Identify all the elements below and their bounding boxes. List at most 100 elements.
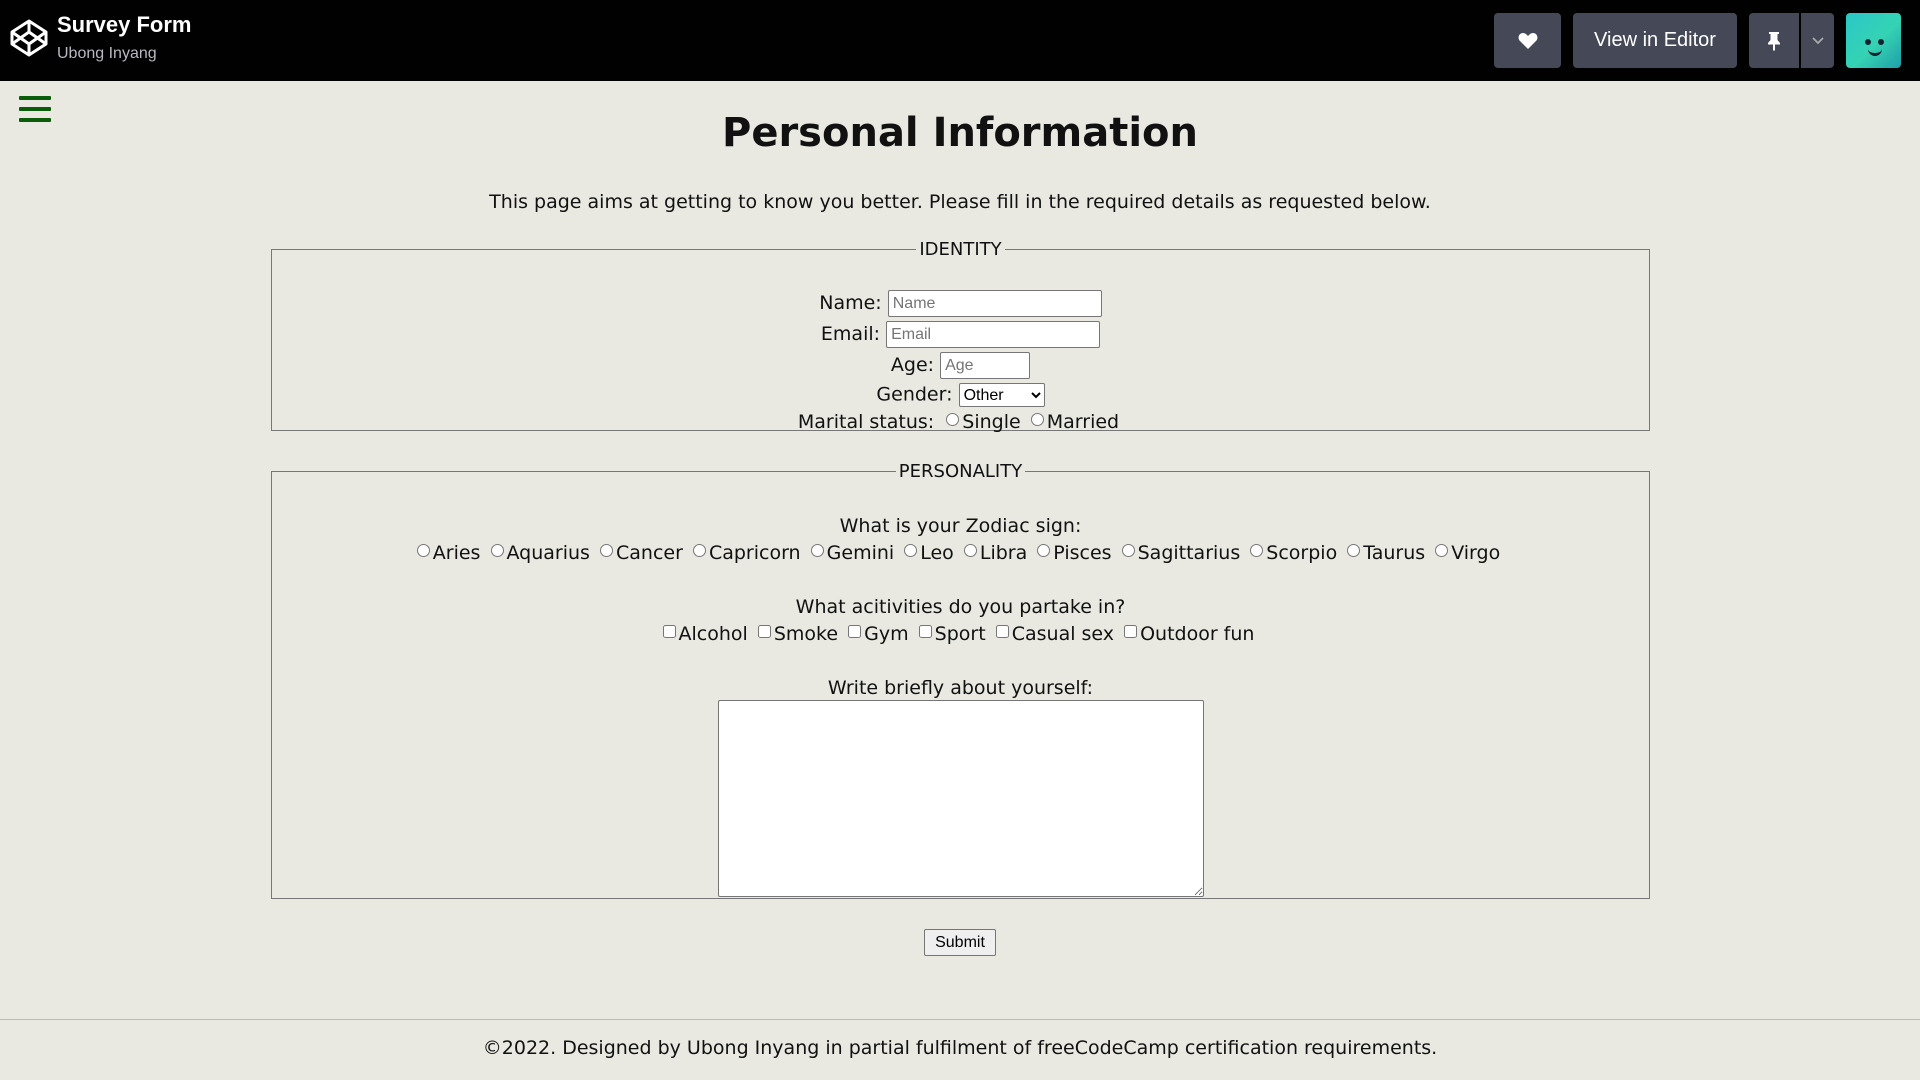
- email-input[interactable]: [886, 321, 1101, 348]
- zodiac-option[interactable]: Scorpio: [1250, 542, 1337, 564]
- codepen-logo-icon[interactable]: [9, 18, 49, 58]
- zodiac-radio[interactable]: [1435, 544, 1449, 557]
- activity-option-label: Alcohol: [678, 623, 748, 645]
- activity-option-label: Sport: [934, 623, 986, 645]
- activity-checkbox[interactable]: [1124, 625, 1138, 638]
- zodiac-option[interactable]: Taurus: [1347, 542, 1425, 564]
- identity-fieldset: IDENTITY Name: Email: Age: Gender: Other…: [271, 239, 1650, 433]
- pin-options-button[interactable]: [1801, 13, 1834, 68]
- activity-option[interactable]: Gym: [848, 623, 909, 645]
- zodiac-radio[interactable]: [810, 544, 824, 557]
- gender-select[interactable]: Other: [958, 383, 1045, 407]
- name-row: Name:: [272, 290, 1649, 317]
- zodiac-option[interactable]: Pisces: [1037, 542, 1112, 564]
- zodiac-option[interactable]: Capricorn: [692, 542, 801, 564]
- zodiac-option-label: Aries: [432, 542, 481, 564]
- activity-option-label: Casual sex: [1011, 623, 1115, 645]
- user-avatar[interactable]: [1846, 13, 1901, 68]
- about-textarea[interactable]: [718, 700, 1204, 897]
- marital-option-label: Single: [962, 411, 1021, 433]
- page-title: Personal Information: [722, 110, 1198, 156]
- activities-question: What acitivities do you partake in?: [795, 596, 1126, 618]
- zodiac-radio[interactable]: [963, 544, 977, 557]
- zodiac-radio[interactable]: [1121, 544, 1135, 557]
- zodiac-option-label: Scorpio: [1266, 542, 1338, 564]
- zodiac-radio[interactable]: [600, 544, 613, 557]
- age-label: Age:: [890, 354, 935, 376]
- activity-option[interactable]: Outdoor fun: [1124, 623, 1254, 645]
- pen-author-link[interactable]: Ubong Inyang: [57, 45, 157, 63]
- pen-title: Survey Form: [57, 12, 192, 37]
- activity-option[interactable]: Alcohol: [662, 623, 748, 645]
- zodiac-option[interactable]: Gemini: [810, 542, 895, 564]
- like-button[interactable]: [1494, 13, 1561, 68]
- zodiac-option-label: Libra: [979, 542, 1028, 564]
- zodiac-radio[interactable]: [904, 544, 918, 557]
- activity-checkbox[interactable]: [848, 625, 862, 638]
- zodiac-option[interactable]: Aquarius: [490, 542, 590, 564]
- zodiac-option[interactable]: Aries: [416, 542, 481, 564]
- marital-option-label: Married: [1046, 411, 1120, 433]
- marital-option[interactable]: Married: [1030, 411, 1120, 433]
- zodiac-radio[interactable]: [1037, 544, 1051, 557]
- chevron-down-icon: [1811, 36, 1824, 44]
- avatar-eye-icon: [1865, 39, 1871, 45]
- footer-text: ©2022. Designed by Ubong Inyang in parti…: [482, 1037, 1438, 1059]
- age-row: Age:: [272, 352, 1649, 379]
- zodiac-option-label: Sagittarius: [1137, 542, 1241, 564]
- activities-options: Alcohol Smoke Gym Sport Casual sex Outdo…: [272, 623, 1649, 645]
- activity-option-label: Outdoor fun: [1140, 623, 1255, 645]
- zodiac-options: Aries Aquarius Cancer Capricorn Gemini L…: [272, 542, 1649, 564]
- avatar-smile-icon: [1868, 49, 1882, 56]
- zodiac-option-label: Leo: [920, 542, 954, 564]
- zodiac-radio[interactable]: [490, 544, 504, 557]
- zodiac-option-label: Taurus: [1363, 542, 1426, 564]
- zodiac-radio[interactable]: [1347, 544, 1361, 557]
- email-label: Email:: [820, 323, 881, 345]
- identity-legend: IDENTITY: [919, 239, 1002, 260]
- zodiac-radio[interactable]: [692, 544, 706, 557]
- personality-legend: PERSONALITY: [898, 461, 1023, 482]
- personality-fieldset: PERSONALITY What is your Zodiac sign: Ar…: [271, 461, 1650, 899]
- zodiac-radio[interactable]: [416, 544, 430, 557]
- top-bar: Survey Form Ubong Inyang View in Editor: [0, 0, 1920, 81]
- pin-icon: [1768, 31, 1780, 51]
- name-label: Name:: [819, 292, 882, 314]
- zodiac-question: What is your Zodiac sign:: [839, 515, 1082, 537]
- zodiac-option[interactable]: Leo: [904, 542, 954, 564]
- zodiac-option[interactable]: Sagittarius: [1121, 542, 1241, 564]
- activity-option[interactable]: Sport: [918, 623, 986, 645]
- activity-option-label: Gym: [864, 623, 909, 645]
- zodiac-option-label: Pisces: [1053, 542, 1112, 564]
- activity-checkbox[interactable]: [757, 625, 771, 638]
- email-row: Email:: [272, 321, 1649, 348]
- zodiac-option[interactable]: Cancer: [600, 542, 683, 564]
- zodiac-option-label: Gemini: [826, 542, 895, 564]
- zodiac-option-label: Capricorn: [708, 542, 801, 564]
- pin-button[interactable]: [1749, 13, 1799, 68]
- about-label: Write briefly about yourself:: [827, 677, 1094, 699]
- activity-checkbox[interactable]: [662, 625, 676, 638]
- zodiac-option[interactable]: Virgo: [1435, 542, 1500, 564]
- activity-checkbox[interactable]: [995, 625, 1009, 638]
- gender-row: Gender: Other: [272, 383, 1649, 407]
- marital-status-row: Marital status: Single Married: [272, 411, 1649, 433]
- activity-option[interactable]: Casual sex: [995, 623, 1115, 645]
- gender-label: Gender:: [876, 383, 953, 406]
- marital-radio-single[interactable]: [946, 413, 960, 426]
- submit-button[interactable]: Submit: [924, 929, 996, 956]
- zodiac-option-label: Virgo: [1451, 542, 1501, 564]
- marital-radio-married[interactable]: [1030, 413, 1044, 426]
- activity-checkbox[interactable]: [918, 625, 932, 638]
- zodiac-option[interactable]: Libra: [963, 542, 1028, 564]
- heart-icon: [1518, 32, 1537, 49]
- activity-option[interactable]: Smoke: [757, 623, 838, 645]
- name-input[interactable]: [887, 290, 1102, 317]
- footer-divider: [0, 1019, 1920, 1020]
- view-in-editor-button[interactable]: View in Editor: [1573, 13, 1737, 68]
- zodiac-radio[interactable]: [1250, 544, 1264, 557]
- avatar-eye-icon: [1878, 39, 1884, 45]
- zodiac-option-label: Cancer: [616, 542, 683, 564]
- marital-option[interactable]: Single: [946, 411, 1021, 433]
- age-input[interactable]: [940, 352, 1031, 379]
